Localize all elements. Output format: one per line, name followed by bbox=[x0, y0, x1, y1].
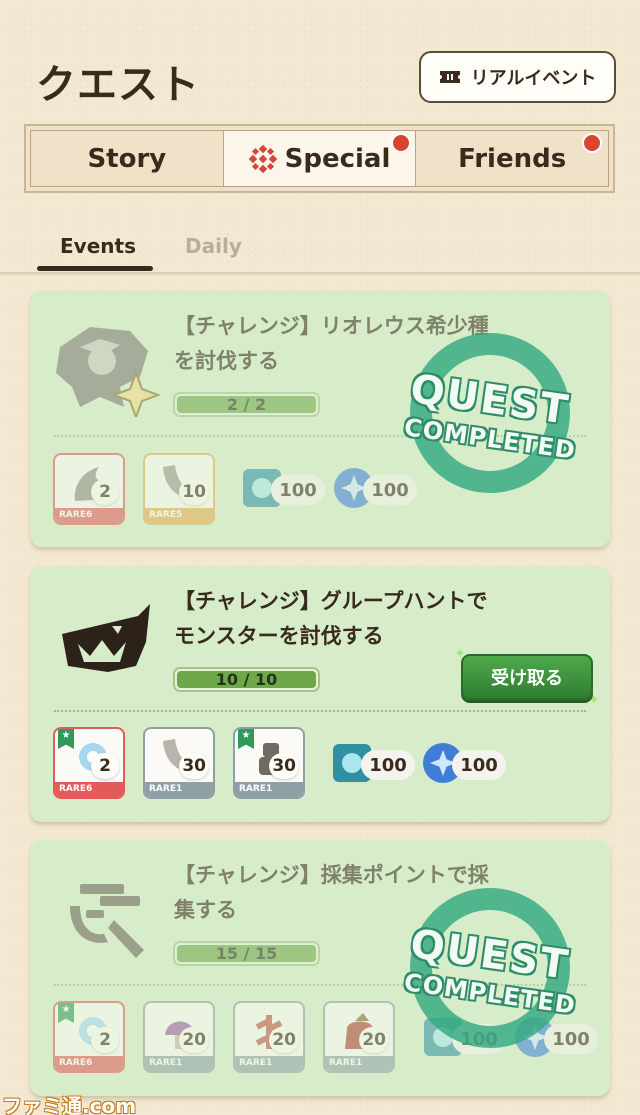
header: クエスト リアルイベント bbox=[0, 0, 640, 120]
quest-card[interactable]: 【チャレンジ】リオレウス希少種 を討伐する 2 / 2 2 RARE6 10 R… bbox=[30, 291, 610, 547]
watermark: ファミ通.com bbox=[2, 1094, 137, 1115]
tab-special[interactable]: Special bbox=[223, 131, 417, 186]
tab-friends[interactable]: Friends bbox=[416, 131, 608, 186]
progress-text: 15 / 15 bbox=[215, 944, 278, 963]
ticket-icon bbox=[439, 71, 460, 83]
subtab-events[interactable]: Events bbox=[60, 234, 136, 258]
currency-reward[interactable]: 100 bbox=[418, 736, 518, 792]
currency-reward[interactable]: 100 bbox=[327, 736, 427, 792]
reward-count: 30 bbox=[269, 753, 299, 779]
reward-item[interactable]: 10 RARE5 bbox=[143, 453, 215, 525]
reward-count: 10 bbox=[179, 479, 209, 505]
subtabs: Events Daily bbox=[37, 226, 637, 272]
tab-story-label: Story bbox=[87, 143, 167, 174]
notification-dot bbox=[391, 133, 412, 153]
rarity-label: RARE6 bbox=[55, 508, 123, 523]
reward-count: 20 bbox=[269, 1027, 299, 1053]
real-event-button[interactable]: リアルイベント bbox=[419, 51, 616, 103]
reward-count: 30 bbox=[179, 753, 209, 779]
quest-title-line2: モンスターを討伐する bbox=[174, 624, 384, 648]
progress-text: 2 / 2 bbox=[226, 395, 267, 414]
progress-text: 10 / 10 bbox=[215, 670, 278, 689]
rarity-label: RARE5 bbox=[145, 508, 213, 523]
reward-count: 2 bbox=[91, 479, 119, 505]
rarity-label: RARE6 bbox=[55, 782, 123, 797]
separator bbox=[54, 710, 586, 712]
currency-amount: 100 bbox=[452, 750, 506, 780]
reward-item[interactable]: 2 RARE6 bbox=[53, 453, 125, 525]
reward-count: 2 bbox=[91, 753, 119, 779]
page-title: クエスト bbox=[36, 62, 200, 108]
quest-category-tabs: Story Special Friends bbox=[24, 124, 615, 193]
rarity-label: RARE1 bbox=[145, 1056, 213, 1071]
real-event-label: リアルイベント bbox=[470, 68, 597, 89]
currency-amount: 100 bbox=[271, 475, 325, 505]
tab-special-label: Special bbox=[284, 143, 391, 174]
quest-completed-stamp: QUEST COMPLETED bbox=[390, 888, 590, 1058]
reward-item[interactable]: 20 RARE1 bbox=[233, 1001, 305, 1073]
reward-item[interactable]: 30 RARE1 bbox=[143, 727, 215, 799]
reward-item[interactable]: 20 RARE1 bbox=[323, 1001, 395, 1073]
subtab-daily[interactable]: Daily bbox=[185, 234, 242, 258]
reward-item[interactable]: 20 RARE1 bbox=[143, 1001, 215, 1073]
tab-story[interactable]: Story bbox=[31, 131, 224, 186]
rarity-label: RARE1 bbox=[235, 782, 303, 797]
quest-card[interactable]: 【チャレンジ】グループハントで モンスターを討伐する 10 / 10 ★ 2 R… bbox=[30, 566, 610, 822]
claim-reward-button[interactable]: 受け取る bbox=[461, 654, 593, 700]
quest-card[interactable]: 【チャレンジ】採集ポイントで採 集する 15 / 15 ★ 2 RARE6 20… bbox=[30, 840, 610, 1096]
reward-count: 20 bbox=[179, 1027, 209, 1053]
currency-reward[interactable]: 100 bbox=[237, 461, 337, 517]
reward-item[interactable]: ★ 30 RARE1 bbox=[233, 727, 305, 799]
quest-title: 【チャレンジ】グループハントで モンスターを討伐する bbox=[174, 584, 574, 654]
rathalos-monster-icon bbox=[56, 327, 160, 417]
quest-completed-stamp: QUEST COMPLETED bbox=[390, 333, 590, 503]
quest-progress-bar: 10 / 10 bbox=[173, 667, 320, 692]
tab-friends-label: Friends bbox=[458, 143, 567, 174]
gathering-point-icon bbox=[70, 884, 144, 958]
rarity-label: RARE1 bbox=[145, 782, 213, 797]
currency-amount: 100 bbox=[361, 750, 415, 780]
quest-title-line1: 【チャレンジ】グループハントで bbox=[174, 589, 488, 613]
rarity-label: RARE1 bbox=[325, 1056, 393, 1071]
rarity-label: RARE1 bbox=[235, 1056, 303, 1071]
special-emblem-icon bbox=[248, 144, 277, 173]
reward-count: 20 bbox=[359, 1027, 389, 1053]
quest-progress-bar: 15 / 15 bbox=[173, 941, 320, 966]
notification-dot bbox=[582, 133, 603, 153]
reward-count: 2 bbox=[91, 1027, 119, 1053]
divider bbox=[0, 272, 640, 276]
quest-progress-bar: 2 / 2 bbox=[173, 392, 320, 417]
group-hunt-monster-icon bbox=[62, 604, 150, 672]
rarity-label: RARE6 bbox=[55, 1056, 123, 1071]
reward-item[interactable]: ★ 2 RARE6 bbox=[53, 1001, 125, 1073]
active-subtab-indicator bbox=[37, 266, 153, 271]
reward-item[interactable]: ★ 2 RARE6 bbox=[53, 727, 125, 799]
